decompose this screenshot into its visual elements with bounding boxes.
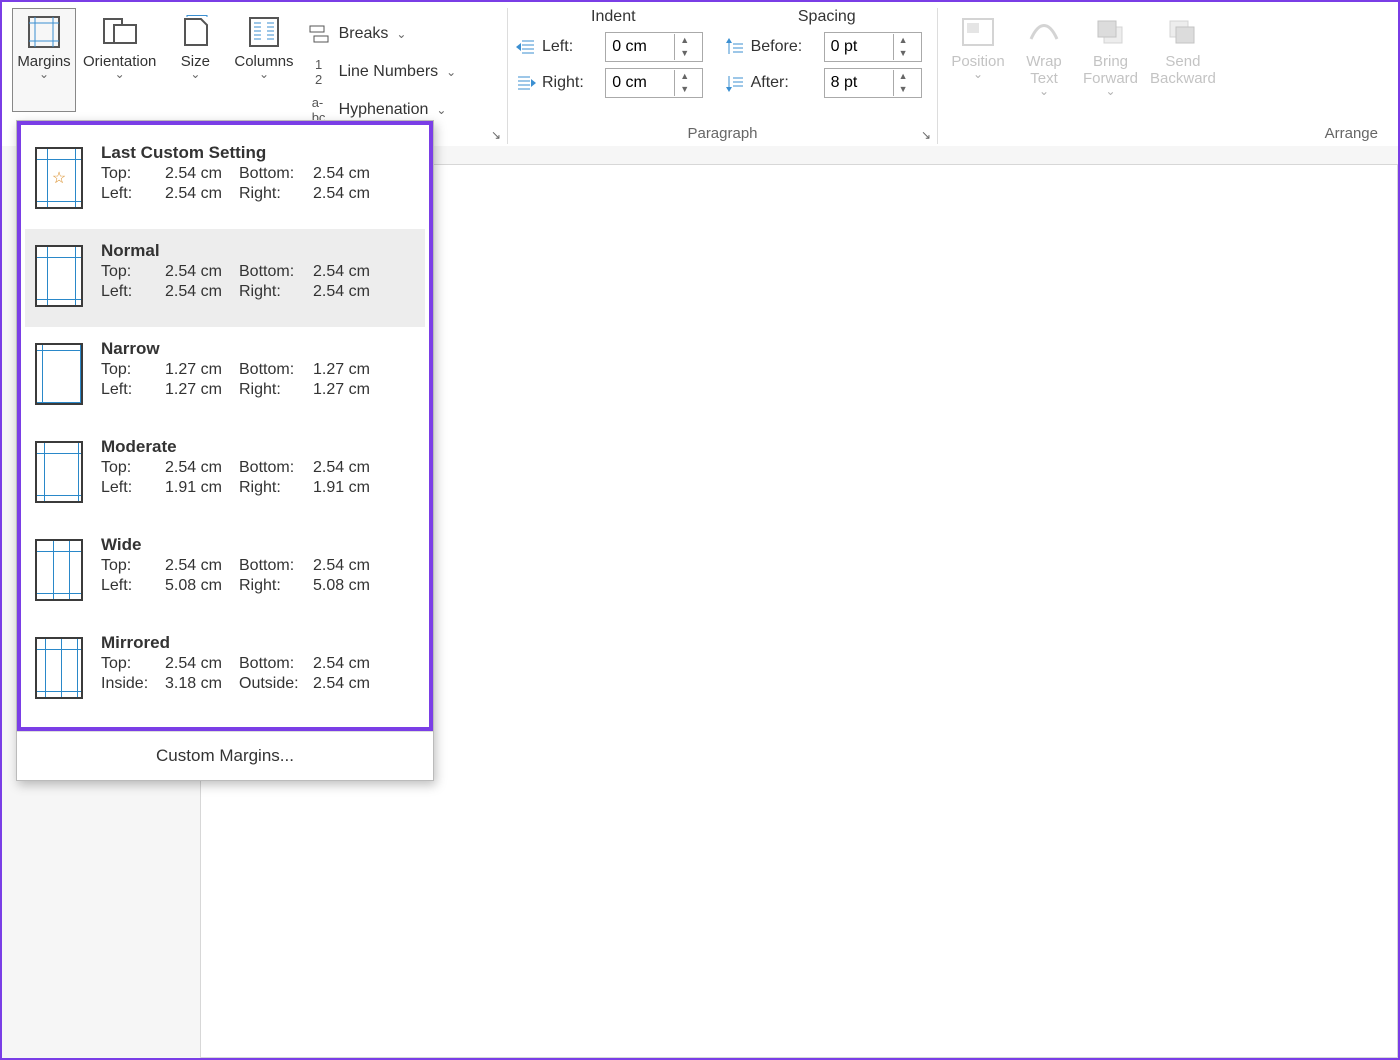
position-button: Position ⌄ xyxy=(946,8,1010,112)
chevron-down-icon: ⌄ xyxy=(39,70,49,78)
position-icon xyxy=(958,15,998,49)
spacing-after-icon xyxy=(725,74,745,92)
indent-header: Indent xyxy=(516,8,711,26)
size-button[interactable]: Size ⌄ xyxy=(163,8,227,112)
margin-option-title: Mirrored xyxy=(101,633,383,653)
breaks-icon xyxy=(307,23,331,45)
breaks-button[interactable]: Breaks ⌄ xyxy=(307,18,457,50)
chevron-down-icon: ⌄ xyxy=(190,70,200,78)
chevron-down-icon: ⌄ xyxy=(396,30,406,38)
margin-thumbnail xyxy=(35,343,83,405)
margin-option-title: Wide xyxy=(101,535,383,555)
custom-margins-button[interactable]: Custom Margins... xyxy=(17,731,433,780)
spacing-after-input[interactable]: ▲▼ xyxy=(824,68,922,98)
page-setup-launcher[interactable]: ↘ xyxy=(491,128,501,142)
send-backward-icon xyxy=(1163,15,1203,49)
spacing-after-label: After: xyxy=(725,68,810,98)
chevron-down-icon: ⌄ xyxy=(115,70,125,78)
spacing-before-icon xyxy=(725,38,745,56)
bring-forward-icon xyxy=(1091,15,1131,49)
spin-down[interactable]: ▼ xyxy=(894,47,913,60)
margin-option-last-custom-setting[interactable]: ☆Last Custom SettingTop:2.54 cmBottom:2.… xyxy=(25,131,425,229)
margins-icon xyxy=(24,15,64,49)
margin-thumbnail: ☆ xyxy=(35,147,83,209)
margin-thumbnail xyxy=(35,245,83,307)
margins-options-list: ☆Last Custom SettingTop:2.54 cmBottom:2.… xyxy=(17,121,433,731)
margins-button[interactable]: Margins ⌄ xyxy=(12,8,76,112)
orientation-icon xyxy=(100,15,140,49)
line-numbers-button[interactable]: 12 Line Numbers ⌄ xyxy=(307,56,457,88)
indent-right-label: Right: xyxy=(516,68,591,98)
spin-down[interactable]: ▼ xyxy=(675,47,694,60)
margin-thumbnail xyxy=(35,637,83,699)
chevron-down-icon: ⌄ xyxy=(436,106,446,114)
indent-right-icon xyxy=(516,74,536,92)
margins-dropdown: ☆Last Custom SettingTop:2.54 cmBottom:2.… xyxy=(16,120,434,781)
margin-option-title: Moderate xyxy=(101,437,383,457)
wrap-text-icon xyxy=(1024,15,1064,49)
size-icon xyxy=(175,15,215,49)
bring-forward-button: Bring Forward ⌄ xyxy=(1078,8,1143,112)
paragraph-launcher[interactable]: ↘ xyxy=(921,128,931,142)
spacing-header: Spacing xyxy=(725,8,929,26)
spin-up[interactable]: ▲ xyxy=(894,34,913,47)
send-backward-button: Send Backward xyxy=(1145,8,1221,112)
margin-option-mirrored[interactable]: MirroredTop:2.54 cmBottom:2.54 cmInside:… xyxy=(25,621,425,719)
indent-right-input[interactable]: ▲▼ xyxy=(605,68,703,98)
spacing-before-input[interactable]: ▲▼ xyxy=(824,32,922,62)
spin-down[interactable]: ▼ xyxy=(675,83,694,96)
columns-button[interactable]: Columns ⌄ xyxy=(229,8,298,112)
margin-option-moderate[interactable]: ModerateTop:2.54 cmBottom:2.54 cmLeft:1.… xyxy=(25,425,425,523)
margin-option-title: Last Custom Setting xyxy=(101,143,383,163)
spin-up[interactable]: ▲ xyxy=(894,70,913,83)
chevron-down-icon: ⌄ xyxy=(1105,87,1115,95)
paragraph-group-label: Paragraph xyxy=(687,125,757,142)
margin-option-wide[interactable]: WideTop:2.54 cmBottom:2.54 cmLeft:5.08 c… xyxy=(25,523,425,621)
margin-option-narrow[interactable]: NarrowTop:1.27 cmBottom:1.27 cmLeft:1.27… xyxy=(25,327,425,425)
margin-thumbnail xyxy=(35,539,83,601)
arrange-group-label: Arrange xyxy=(1325,125,1378,142)
spacing-before-label: Before: xyxy=(725,32,810,62)
spin-up[interactable]: ▲ xyxy=(675,34,694,47)
hyphenation-icon: a-bc xyxy=(307,99,331,121)
line-numbers-icon: 12 xyxy=(307,61,331,83)
orientation-button[interactable]: Orientation ⌄ xyxy=(78,8,161,112)
margin-thumbnail xyxy=(35,441,83,503)
spin-up[interactable]: ▲ xyxy=(675,70,694,83)
wrap-text-button: Wrap Text ⌄ xyxy=(1012,8,1076,112)
indent-left-label: Left: xyxy=(516,32,591,62)
margin-option-normal[interactable]: NormalTop:2.54 cmBottom:2.54 cmLeft:2.54… xyxy=(25,229,425,327)
spin-down[interactable]: ▼ xyxy=(894,83,913,96)
columns-icon xyxy=(244,15,284,49)
chevron-down-icon: ⌄ xyxy=(1039,87,1049,95)
chevron-down-icon: ⌄ xyxy=(259,70,269,78)
indent-left-icon xyxy=(516,38,536,56)
chevron-down-icon: ⌄ xyxy=(973,70,983,78)
margin-option-title: Normal xyxy=(101,241,383,261)
chevron-down-icon: ⌄ xyxy=(446,68,456,76)
margin-option-title: Narrow xyxy=(101,339,383,359)
indent-left-input[interactable]: ▲▼ xyxy=(605,32,703,62)
